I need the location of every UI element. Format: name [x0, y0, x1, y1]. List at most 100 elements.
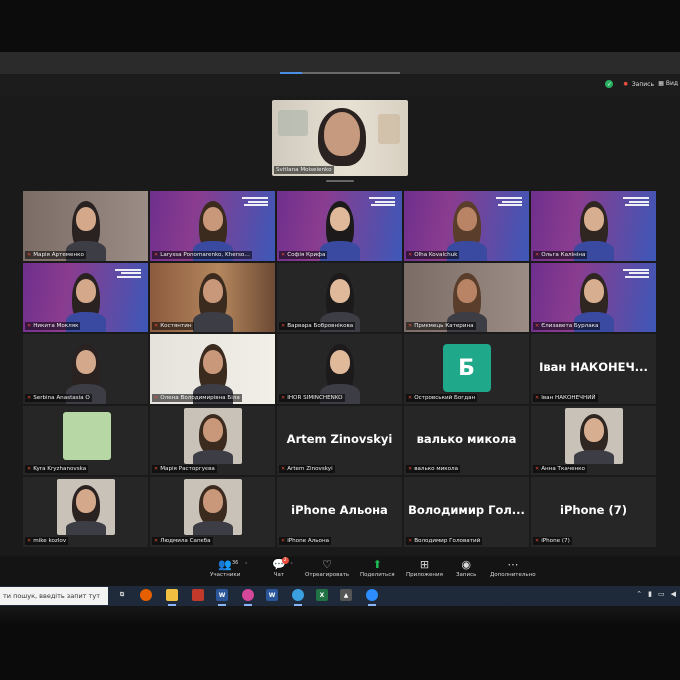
more-button[interactable]: ⋯ Дополнительно	[490, 558, 536, 578]
participant-tile[interactable]: iPhone (7) ✕ iPhone (7)	[530, 476, 657, 548]
word-icon[interactable]: W	[216, 589, 228, 601]
video-feed	[183, 407, 242, 464]
browser-icon[interactable]	[242, 589, 254, 601]
participant-name: ✕ Марія Расторгуєва	[152, 465, 217, 474]
avatar	[63, 411, 111, 460]
record-button[interactable]: ◉ Запись	[456, 558, 476, 578]
mic-muted-icon: ✕	[535, 323, 540, 330]
participant-tile[interactable]: ✕ Марія Расторгуєва	[149, 404, 276, 477]
participant-display-name: iPhone (7)	[560, 503, 627, 518]
participant-tile[interactable]: ✕ Никита Мокляк	[22, 261, 149, 334]
heart-icon: ♡	[322, 558, 333, 571]
participant-tile[interactable]: Іван НАКОНЕЧ... ✕ Іван НАКОНЕЧНИЙ	[530, 333, 657, 405]
zoom-icon[interactable]	[366, 589, 378, 601]
participant-tile[interactable]: ✕ Приємець Катерина	[403, 261, 530, 334]
window-titlebar	[0, 52, 680, 74]
participant-tile[interactable]: ✕ Kyra Kryzhanovska	[22, 404, 149, 477]
participant-tile[interactable]: ✕ IHOR SIMINCHENKO	[276, 333, 403, 405]
share-button[interactable]: ⬆ Поделиться	[360, 558, 395, 578]
participant-tile[interactable]: ✕ Людмила Сапєба	[149, 476, 276, 548]
participant-name: ✕ Анна Ткаченко	[533, 465, 587, 474]
mic-muted-icon: ✕	[408, 251, 413, 258]
participant-name: ✕ Софія Крифа	[279, 250, 328, 259]
view-label: Вид	[665, 80, 678, 87]
video-feed	[183, 479, 242, 536]
battery-icon[interactable]: ▮	[648, 590, 652, 598]
recording-indicator[interactable]: ✓ ● Запись	[605, 80, 654, 88]
participant-tile[interactable]: валько микола ✕ валько микола	[403, 404, 530, 477]
participant-name: ✕ Костянтин	[152, 322, 194, 331]
participant-tile[interactable]: ✕ Варвара Бобровнікова	[276, 261, 403, 334]
excel-icon[interactable]: X	[316, 589, 328, 601]
chevron-up-icon[interactable]: ⌃	[290, 562, 294, 568]
grid-view-icon: ▦	[658, 80, 666, 87]
chevron-up-icon[interactable]: ⌃	[244, 562, 248, 568]
mic-muted-icon: ✕	[281, 537, 286, 544]
chat-icon: 💬 2	[272, 557, 289, 572]
apps-button[interactable]: ⊞ Приложения	[406, 558, 443, 578]
participant-tile[interactable]: ✕ Анна Ткаченко	[530, 404, 657, 477]
mic-muted-icon: ✕	[154, 323, 159, 330]
mic-muted-icon: ✕	[281, 466, 286, 473]
word-icon-2[interactable]: W	[266, 589, 278, 601]
participant-name: ✕ Serbina Anastasia O	[25, 393, 92, 402]
network-icon[interactable]: ▭	[658, 590, 665, 598]
participant-tile[interactable]: ✕ Serbina Anastasia O	[22, 333, 149, 405]
view-button[interactable]: ▦ Вид	[658, 80, 678, 87]
mic-muted-icon: ✕	[408, 394, 413, 401]
participant-name: ✕ iPhone (7)	[533, 536, 572, 545]
mic-muted-icon: ✕	[535, 394, 540, 401]
participant-tile[interactable]: ✕ Софія Крифа	[276, 190, 403, 262]
participant-name: ✕ Єлизавета Бурлака	[533, 322, 601, 331]
task-view-icon[interactable]: ⧉	[116, 589, 128, 601]
participant-name: ✕ валько микола	[406, 465, 461, 474]
firefox-icon[interactable]	[140, 589, 152, 601]
volume-icon[interactable]: ◀	[671, 590, 676, 598]
participant-display-name: iPhone Альона	[291, 503, 388, 518]
recording-dot-icon: ●	[623, 81, 628, 87]
mic-muted-icon: ✕	[408, 537, 413, 544]
taskbar-search-input[interactable]: ти пошук, введіть запит тут	[0, 587, 108, 605]
video-feed	[56, 479, 115, 536]
participant-name: ✕ Олена Володимирівна Біла	[152, 393, 242, 402]
participant-tile[interactable]: ✕ Olha Kovalchuk	[403, 190, 530, 262]
participant-tile[interactable]: ✕ Laryssa Ponomarenko, Kherso…	[149, 190, 276, 262]
mic-muted-icon: ✕	[535, 466, 540, 473]
avatar: Б	[442, 344, 491, 393]
recording-label: Запись	[631, 80, 654, 88]
spotlight-resize-handle[interactable]	[326, 180, 354, 182]
chevron-up-icon[interactable]: ⌃	[636, 590, 642, 598]
mic-muted-icon: ✕	[535, 251, 540, 258]
video-feed	[564, 407, 623, 464]
share-screen-icon: ⬆	[372, 558, 382, 571]
folder-icon[interactable]	[166, 589, 178, 601]
react-button[interactable]: ♡ Отреагировать	[305, 558, 349, 578]
mic-muted-icon: ✕	[154, 251, 159, 258]
app-red-icon[interactable]	[192, 589, 204, 601]
participant-name: ✕ Островський Богдан	[406, 393, 478, 402]
chrome-icon[interactable]	[292, 589, 304, 601]
participant-tile[interactable]: ✕ Марія Артеменко	[22, 190, 149, 262]
mic-muted-icon: ✕	[281, 394, 286, 401]
chat-button[interactable]: 💬 2 Чат ⌃	[272, 557, 294, 578]
participant-tile[interactable]: iPhone Альона ✕ iPhone Альона	[276, 476, 403, 548]
participant-display-name: Іван НАКОНЕЧ...	[539, 360, 648, 375]
participant-tile[interactable]: Володимир Гол... ✕ Володимир Головатий	[403, 476, 530, 548]
mic-muted-icon: ✕	[27, 323, 32, 330]
participant-name: ✕ Olha Kovalchuk	[406, 250, 460, 259]
participant-tile[interactable]: Artem Zinovskyi ✕ Artem Zinovskyi	[276, 404, 403, 477]
participant-tile[interactable]: ✕ Ольга Калініна	[530, 190, 657, 262]
participant-name: ✕ mike kozlov	[25, 536, 69, 545]
mic-muted-icon: ✕	[154, 466, 159, 473]
participants-button[interactable]: 👥 36 Участники ⌃	[210, 558, 248, 578]
participant-tile[interactable]: ✕ mike kozlov	[22, 476, 149, 548]
participant-tile[interactable]: ✕ Костянтин	[149, 261, 276, 334]
mic-muted-icon: ✕	[281, 323, 286, 330]
participant-name: ✕ IHOR SIMINCHENKO	[279, 393, 345, 402]
spotlight-video[interactable]: Svitlana Moiseienko	[272, 100, 408, 176]
participant-name: ✕ Ольга Калініна	[533, 250, 588, 259]
participant-tile[interactable]: ✕ Олена Володимирівна Біла	[149, 333, 276, 405]
participant-tile[interactable]: ✕ Єлизавета Бурлака	[530, 261, 657, 334]
vlc-icon[interactable]: ▲	[340, 589, 352, 601]
participant-tile[interactable]: Б ✕ Островський Богдан	[403, 333, 530, 405]
